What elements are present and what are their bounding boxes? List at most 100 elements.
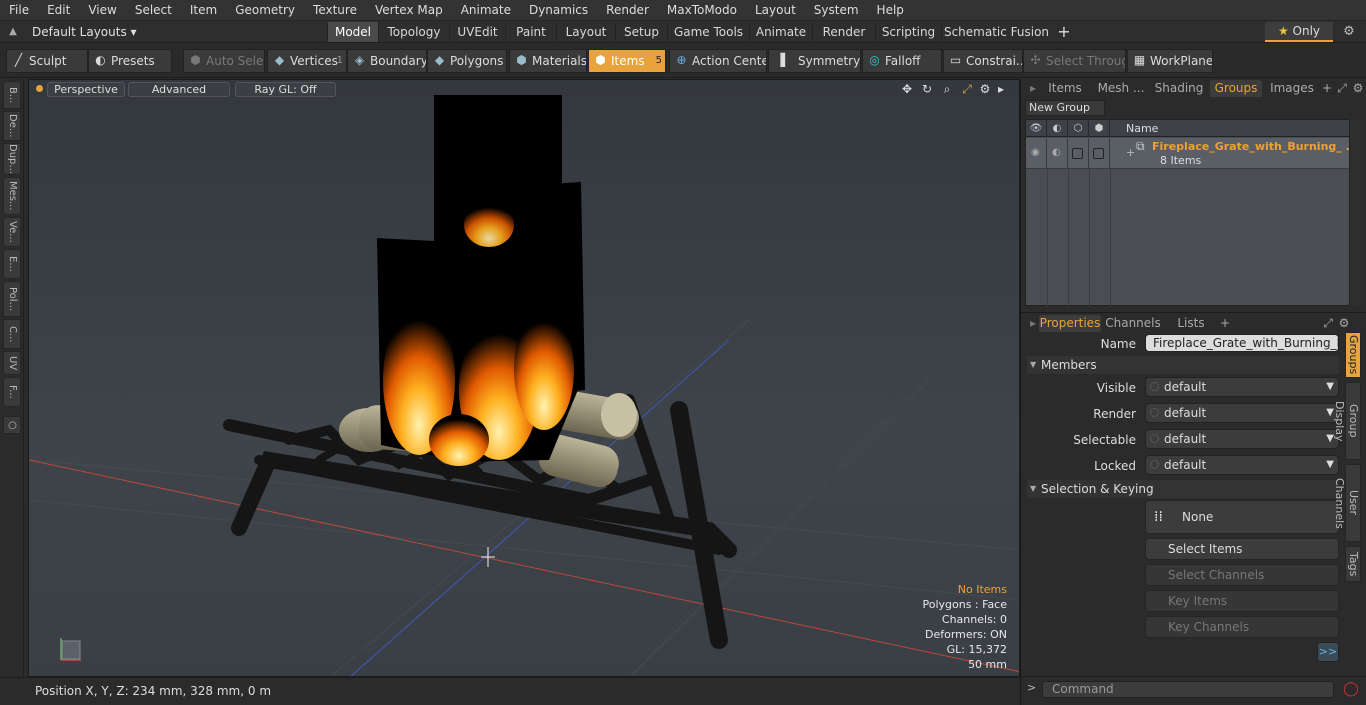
selectable-dropdown[interactable]: default ▼ [1145, 429, 1339, 449]
tab-uvedit[interactable]: UVEdit [449, 22, 505, 42]
3d-viewport[interactable]: Perspective Advanced Ray GL: Off ✥ ↻ ⌕ ⤢… [28, 79, 1020, 677]
new-group-button[interactable]: New Group [1025, 100, 1105, 116]
tab-topology[interactable]: Topology [378, 22, 449, 42]
symmetry-button[interactable]: ▐ Symmetry [768, 49, 861, 73]
key-items-button[interactable]: Key Items [1145, 590, 1339, 612]
menu-maxtomodo[interactable]: MaxToModo [658, 0, 746, 21]
menu-item[interactable]: Item [181, 0, 226, 21]
expand-icon[interactable]: + [1126, 146, 1135, 159]
tab-animate[interactable]: Animate [749, 22, 812, 42]
record-icon[interactable]: ◯ [1342, 681, 1360, 698]
sculpt-button[interactable]: ╱ Sculpt [6, 49, 88, 73]
visibility-column-icon[interactable]: 👁 [1026, 120, 1047, 137]
side-tab-groups[interactable]: Groups [1345, 332, 1361, 378]
menu-view[interactable]: View [79, 0, 125, 21]
select-checkbox[interactable] [1093, 148, 1104, 159]
members-section[interactable]: ▼ Members [1027, 356, 1339, 374]
more-button[interactable]: >> [1317, 642, 1339, 662]
menu-help[interactable]: Help [868, 0, 913, 21]
key-channels-button[interactable]: Key Channels [1145, 616, 1339, 638]
group-select-toggle[interactable] [1089, 138, 1110, 169]
rotate-icon[interactable]: ↻ [919, 81, 935, 97]
menu-dynamics[interactable]: Dynamics [520, 0, 597, 21]
name-column-header[interactable]: Name [1126, 120, 1158, 137]
left-tab-mesh[interactable]: Mes... [3, 177, 21, 215]
action-center-button[interactable]: ⊕ Action Center [669, 49, 767, 73]
tab-paint[interactable]: Paint [505, 22, 556, 42]
left-tab-extra[interactable]: ○ [3, 416, 21, 434]
boundary-button[interactable]: ◈ Boundary [347, 49, 427, 73]
group-row[interactable]: ◉ ◐ + ⧉ Fireplace_Grate_with_Burning_ ..… [1026, 138, 1358, 169]
select-items-button[interactable]: Select Items [1145, 538, 1339, 560]
visible-dropdown[interactable]: default ▼ [1145, 377, 1339, 397]
items-button[interactable]: ⬢ Items 5 [588, 49, 666, 73]
materials-button[interactable]: ⬢ Materials [509, 49, 587, 73]
props-drag-handle[interactable]: ▸ [1027, 315, 1039, 332]
left-tab-duplicate[interactable]: Dup... [3, 143, 21, 175]
layout-toggle-icon[interactable]: ▲ [6, 25, 20, 39]
props-maximize-icon[interactable]: ⤢ [1321, 315, 1335, 332]
vertices-button[interactable]: ◆ Vertices 1 [267, 49, 347, 73]
advanced-button[interactable]: Advanced [128, 82, 230, 97]
tab-groups[interactable]: Groups [1210, 80, 1262, 97]
menu-vertex-map[interactable]: Vertex Map [366, 0, 452, 21]
command-input[interactable]: Command [1042, 681, 1334, 698]
tab-items[interactable]: Items [1045, 80, 1085, 97]
menu-edit[interactable]: Edit [38, 0, 79, 21]
expand-arrow-icon[interactable]: ▸ [993, 81, 1009, 97]
lock-column-icon[interactable]: ⬡ [1068, 120, 1089, 137]
left-tab-basic[interactable]: B... [3, 81, 21, 109]
workplane-button[interactable]: ▦ WorkPlane [1127, 49, 1213, 73]
tab-images[interactable]: Images [1268, 80, 1316, 97]
menu-file[interactable]: File [0, 0, 38, 21]
menu-system[interactable]: System [805, 0, 868, 21]
lock-checkbox[interactable] [1072, 148, 1083, 159]
tab-scripting[interactable]: Scripting [875, 22, 941, 42]
presets-button[interactable]: ◐ Presets [88, 49, 172, 73]
tab-setup[interactable]: Setup [615, 22, 667, 42]
raygl-button[interactable]: Ray GL: Off [235, 82, 336, 97]
tab-game-tools[interactable]: Game Tools [667, 22, 749, 42]
select-column-icon[interactable]: ⬢ [1089, 120, 1110, 137]
groups-scrollbar[interactable] [1350, 119, 1364, 306]
perspective-button[interactable]: Perspective [47, 82, 125, 97]
left-tab-fusion[interactable]: F... [3, 377, 21, 407]
side-tab-user-channels[interactable]: User Channels [1333, 464, 1361, 542]
viewport-menu-dot[interactable] [36, 85, 43, 92]
constraints-button[interactable]: ▭ Constrai... [943, 49, 1023, 73]
locked-dropdown[interactable]: default ▼ [1145, 455, 1339, 475]
add-panel-tab-icon[interactable]: + [1321, 80, 1333, 97]
menu-geometry[interactable]: Geometry [226, 0, 304, 21]
menu-layout[interactable]: Layout [746, 0, 805, 21]
left-tab-uv[interactable]: UV [3, 351, 21, 375]
menu-select[interactable]: Select [126, 0, 181, 21]
none-selection-button[interactable]: ⁞⁞ None [1145, 500, 1339, 534]
zoom-icon[interactable]: ⌕ [939, 81, 955, 97]
pan-icon[interactable]: ✥ [899, 81, 915, 97]
tab-mesh[interactable]: Mesh ... [1093, 80, 1149, 97]
menu-animate[interactable]: Animate [452, 0, 520, 21]
left-tab-vertex[interactable]: Ve... [3, 217, 21, 247]
panel-maximize-icon[interactable]: ⤢ [1335, 80, 1349, 97]
auto-select-button[interactable]: ⬢ Auto Select [183, 49, 265, 73]
maximize-icon[interactable]: ⤢ [959, 81, 975, 97]
tab-shading[interactable]: Shading [1153, 80, 1205, 97]
left-tab-edge[interactable]: E... [3, 249, 21, 279]
tab-lists[interactable]: Lists [1171, 315, 1211, 332]
tab-render[interactable]: Render [812, 22, 875, 42]
selection-keying-section[interactable]: ▼ Selection & Keying [1027, 480, 1339, 498]
left-tab-curve[interactable]: C... [3, 319, 21, 349]
polygons-button[interactable]: ◆ Polygons [427, 49, 507, 73]
add-tab-icon[interactable]: + [1056, 22, 1072, 42]
panel-gear-icon[interactable]: ⚙ [1351, 80, 1365, 97]
panel-drag-handle[interactable]: ▸ [1027, 80, 1039, 97]
tab-layout[interactable]: Layout [556, 22, 615, 42]
menu-render[interactable]: Render [597, 0, 658, 21]
add-props-tab-icon[interactable]: + [1219, 315, 1231, 332]
left-tab-deform[interactable]: De... [3, 111, 21, 141]
tab-properties[interactable]: Properties [1039, 315, 1101, 332]
side-tab-group-display[interactable]: Group Display [1333, 382, 1361, 460]
render-column-icon[interactable]: ◐ [1047, 120, 1068, 137]
props-gear-icon[interactable]: ⚙ [1337, 315, 1351, 332]
select-channels-button[interactable]: Select Channels [1145, 564, 1339, 586]
